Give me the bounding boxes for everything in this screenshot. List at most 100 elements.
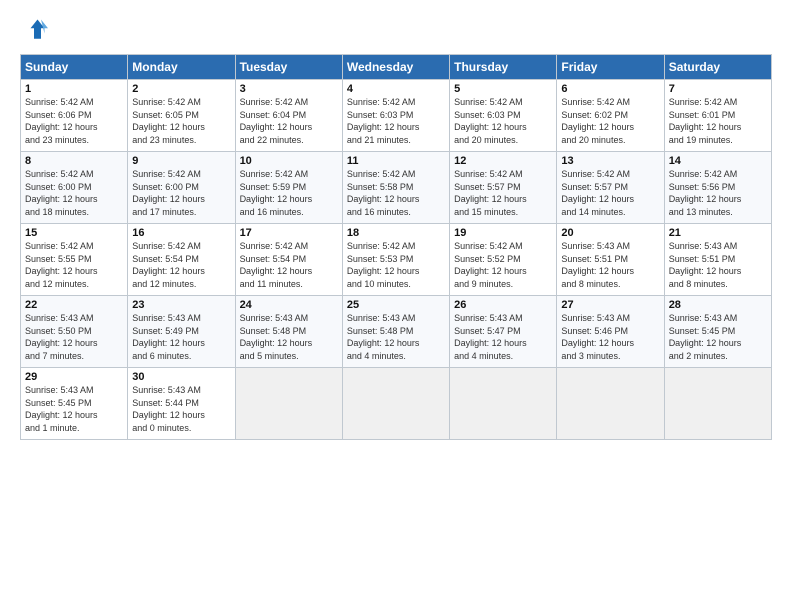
cell-text: Sunrise: 5:42 AM Sunset: 6:05 PM Dayligh… xyxy=(132,96,230,146)
cell-text: Sunrise: 5:42 AM Sunset: 5:57 PM Dayligh… xyxy=(561,168,659,218)
calendar-cell: 17Sunrise: 5:42 AM Sunset: 5:54 PM Dayli… xyxy=(235,224,342,296)
logo-icon xyxy=(20,16,48,44)
cell-text: Sunrise: 5:43 AM Sunset: 5:45 PM Dayligh… xyxy=(669,312,767,362)
calendar-cell: 18Sunrise: 5:42 AM Sunset: 5:53 PM Dayli… xyxy=(342,224,449,296)
cell-text: Sunrise: 5:42 AM Sunset: 6:01 PM Dayligh… xyxy=(669,96,767,146)
cell-text: Sunrise: 5:43 AM Sunset: 5:51 PM Dayligh… xyxy=(669,240,767,290)
cell-text: Sunrise: 5:42 AM Sunset: 6:06 PM Dayligh… xyxy=(25,96,123,146)
cell-text: Sunrise: 5:42 AM Sunset: 6:02 PM Dayligh… xyxy=(561,96,659,146)
calendar-cell: 22Sunrise: 5:43 AM Sunset: 5:50 PM Dayli… xyxy=(21,296,128,368)
calendar-week-row: 15Sunrise: 5:42 AM Sunset: 5:55 PM Dayli… xyxy=(21,224,772,296)
calendar-cell: 30Sunrise: 5:43 AM Sunset: 5:44 PM Dayli… xyxy=(128,368,235,440)
day-number: 22 xyxy=(25,299,123,311)
day-number: 30 xyxy=(132,371,230,383)
calendar-cell: 29Sunrise: 5:43 AM Sunset: 5:45 PM Dayli… xyxy=(21,368,128,440)
calendar-cell: 15Sunrise: 5:42 AM Sunset: 5:55 PM Dayli… xyxy=(21,224,128,296)
calendar-cell: 2Sunrise: 5:42 AM Sunset: 6:05 PM Daylig… xyxy=(128,80,235,152)
day-number: 21 xyxy=(669,227,767,239)
day-number: 15 xyxy=(25,227,123,239)
calendar-day-header: Sunday xyxy=(21,55,128,80)
header xyxy=(20,16,772,44)
logo xyxy=(20,16,52,44)
cell-text: Sunrise: 5:43 AM Sunset: 5:44 PM Dayligh… xyxy=(132,384,230,434)
calendar-day-header: Saturday xyxy=(664,55,771,80)
day-number: 14 xyxy=(669,155,767,167)
day-number: 7 xyxy=(669,83,767,95)
cell-text: Sunrise: 5:42 AM Sunset: 5:54 PM Dayligh… xyxy=(132,240,230,290)
calendar-cell: 13Sunrise: 5:42 AM Sunset: 5:57 PM Dayli… xyxy=(557,152,664,224)
day-number: 5 xyxy=(454,83,552,95)
calendar-cell: 4Sunrise: 5:42 AM Sunset: 6:03 PM Daylig… xyxy=(342,80,449,152)
cell-text: Sunrise: 5:43 AM Sunset: 5:48 PM Dayligh… xyxy=(347,312,445,362)
day-number: 25 xyxy=(347,299,445,311)
calendar-cell xyxy=(557,368,664,440)
cell-text: Sunrise: 5:42 AM Sunset: 5:59 PM Dayligh… xyxy=(240,168,338,218)
calendar-cell xyxy=(342,368,449,440)
cell-text: Sunrise: 5:42 AM Sunset: 5:53 PM Dayligh… xyxy=(347,240,445,290)
calendar-cell: 3Sunrise: 5:42 AM Sunset: 6:04 PM Daylig… xyxy=(235,80,342,152)
day-number: 28 xyxy=(669,299,767,311)
calendar-week-row: 29Sunrise: 5:43 AM Sunset: 5:45 PM Dayli… xyxy=(21,368,772,440)
calendar-cell: 7Sunrise: 5:42 AM Sunset: 6:01 PM Daylig… xyxy=(664,80,771,152)
calendar-cell: 1Sunrise: 5:42 AM Sunset: 6:06 PM Daylig… xyxy=(21,80,128,152)
cell-text: Sunrise: 5:42 AM Sunset: 5:54 PM Dayligh… xyxy=(240,240,338,290)
cell-text: Sunrise: 5:43 AM Sunset: 5:51 PM Dayligh… xyxy=(561,240,659,290)
day-number: 4 xyxy=(347,83,445,95)
calendar-cell: 16Sunrise: 5:42 AM Sunset: 5:54 PM Dayli… xyxy=(128,224,235,296)
cell-text: Sunrise: 5:43 AM Sunset: 5:50 PM Dayligh… xyxy=(25,312,123,362)
day-number: 11 xyxy=(347,155,445,167)
day-number: 18 xyxy=(347,227,445,239)
calendar-cell: 27Sunrise: 5:43 AM Sunset: 5:46 PM Dayli… xyxy=(557,296,664,368)
calendar-week-row: 8Sunrise: 5:42 AM Sunset: 6:00 PM Daylig… xyxy=(21,152,772,224)
cell-text: Sunrise: 5:42 AM Sunset: 6:03 PM Dayligh… xyxy=(454,96,552,146)
day-number: 26 xyxy=(454,299,552,311)
cell-text: Sunrise: 5:42 AM Sunset: 5:56 PM Dayligh… xyxy=(669,168,767,218)
day-number: 9 xyxy=(132,155,230,167)
page: SundayMondayTuesdayWednesdayThursdayFrid… xyxy=(0,0,792,612)
cell-text: Sunrise: 5:43 AM Sunset: 5:49 PM Dayligh… xyxy=(132,312,230,362)
day-number: 19 xyxy=(454,227,552,239)
day-number: 27 xyxy=(561,299,659,311)
day-number: 2 xyxy=(132,83,230,95)
cell-text: Sunrise: 5:42 AM Sunset: 5:58 PM Dayligh… xyxy=(347,168,445,218)
day-number: 3 xyxy=(240,83,338,95)
calendar-cell: 9Sunrise: 5:42 AM Sunset: 6:00 PM Daylig… xyxy=(128,152,235,224)
calendar-day-header: Thursday xyxy=(450,55,557,80)
calendar-cell: 10Sunrise: 5:42 AM Sunset: 5:59 PM Dayli… xyxy=(235,152,342,224)
cell-text: Sunrise: 5:42 AM Sunset: 5:52 PM Dayligh… xyxy=(454,240,552,290)
calendar-cell: 6Sunrise: 5:42 AM Sunset: 6:02 PM Daylig… xyxy=(557,80,664,152)
calendar-cell: 26Sunrise: 5:43 AM Sunset: 5:47 PM Dayli… xyxy=(450,296,557,368)
calendar-cell: 20Sunrise: 5:43 AM Sunset: 5:51 PM Dayli… xyxy=(557,224,664,296)
day-number: 24 xyxy=(240,299,338,311)
calendar-cell: 19Sunrise: 5:42 AM Sunset: 5:52 PM Dayli… xyxy=(450,224,557,296)
calendar-cell: 28Sunrise: 5:43 AM Sunset: 5:45 PM Dayli… xyxy=(664,296,771,368)
day-number: 13 xyxy=(561,155,659,167)
calendar-cell: 12Sunrise: 5:42 AM Sunset: 5:57 PM Dayli… xyxy=(450,152,557,224)
calendar-header-row: SundayMondayTuesdayWednesdayThursdayFrid… xyxy=(21,55,772,80)
calendar-week-row: 1Sunrise: 5:42 AM Sunset: 6:06 PM Daylig… xyxy=(21,80,772,152)
calendar-cell: 25Sunrise: 5:43 AM Sunset: 5:48 PM Dayli… xyxy=(342,296,449,368)
calendar-day-header: Monday xyxy=(128,55,235,80)
day-number: 8 xyxy=(25,155,123,167)
cell-text: Sunrise: 5:43 AM Sunset: 5:47 PM Dayligh… xyxy=(454,312,552,362)
calendar-cell: 8Sunrise: 5:42 AM Sunset: 6:00 PM Daylig… xyxy=(21,152,128,224)
calendar-cell xyxy=(664,368,771,440)
calendar-week-row: 22Sunrise: 5:43 AM Sunset: 5:50 PM Dayli… xyxy=(21,296,772,368)
day-number: 16 xyxy=(132,227,230,239)
calendar-cell: 23Sunrise: 5:43 AM Sunset: 5:49 PM Dayli… xyxy=(128,296,235,368)
calendar-table: SundayMondayTuesdayWednesdayThursdayFrid… xyxy=(20,54,772,440)
calendar-cell: 11Sunrise: 5:42 AM Sunset: 5:58 PM Dayli… xyxy=(342,152,449,224)
calendar-day-header: Friday xyxy=(557,55,664,80)
calendar-cell: 21Sunrise: 5:43 AM Sunset: 5:51 PM Dayli… xyxy=(664,224,771,296)
calendar-day-header: Tuesday xyxy=(235,55,342,80)
cell-text: Sunrise: 5:43 AM Sunset: 5:46 PM Dayligh… xyxy=(561,312,659,362)
cell-text: Sunrise: 5:42 AM Sunset: 5:55 PM Dayligh… xyxy=(25,240,123,290)
day-number: 12 xyxy=(454,155,552,167)
day-number: 6 xyxy=(561,83,659,95)
cell-text: Sunrise: 5:42 AM Sunset: 6:00 PM Dayligh… xyxy=(132,168,230,218)
calendar-cell: 24Sunrise: 5:43 AM Sunset: 5:48 PM Dayli… xyxy=(235,296,342,368)
cell-text: Sunrise: 5:42 AM Sunset: 6:00 PM Dayligh… xyxy=(25,168,123,218)
day-number: 1 xyxy=(25,83,123,95)
day-number: 17 xyxy=(240,227,338,239)
calendar-cell: 14Sunrise: 5:42 AM Sunset: 5:56 PM Dayli… xyxy=(664,152,771,224)
